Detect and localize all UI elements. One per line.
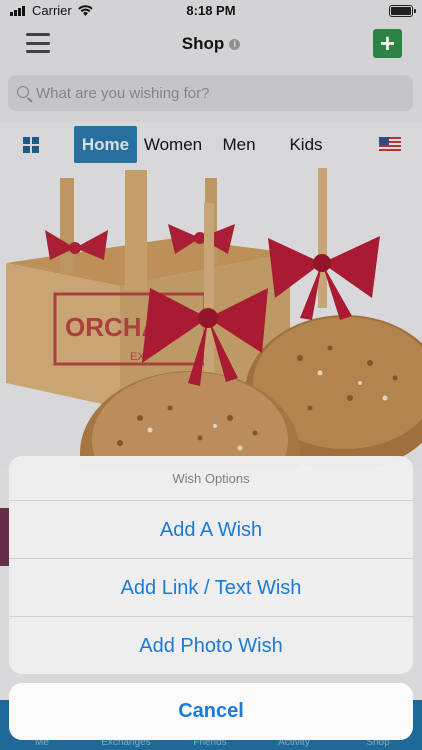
wish-options-sheet: Wish Options Add A Wish Add Link / Text … [9, 456, 413, 674]
add-a-wish-button[interactable]: Add A Wish [9, 501, 413, 559]
cancel-button[interactable]: Cancel [9, 683, 413, 740]
add-link-text-wish-button[interactable]: Add Link / Text Wish [9, 559, 413, 617]
add-photo-wish-button[interactable]: Add Photo Wish [9, 617, 413, 674]
sheet-title: Wish Options [9, 456, 413, 501]
